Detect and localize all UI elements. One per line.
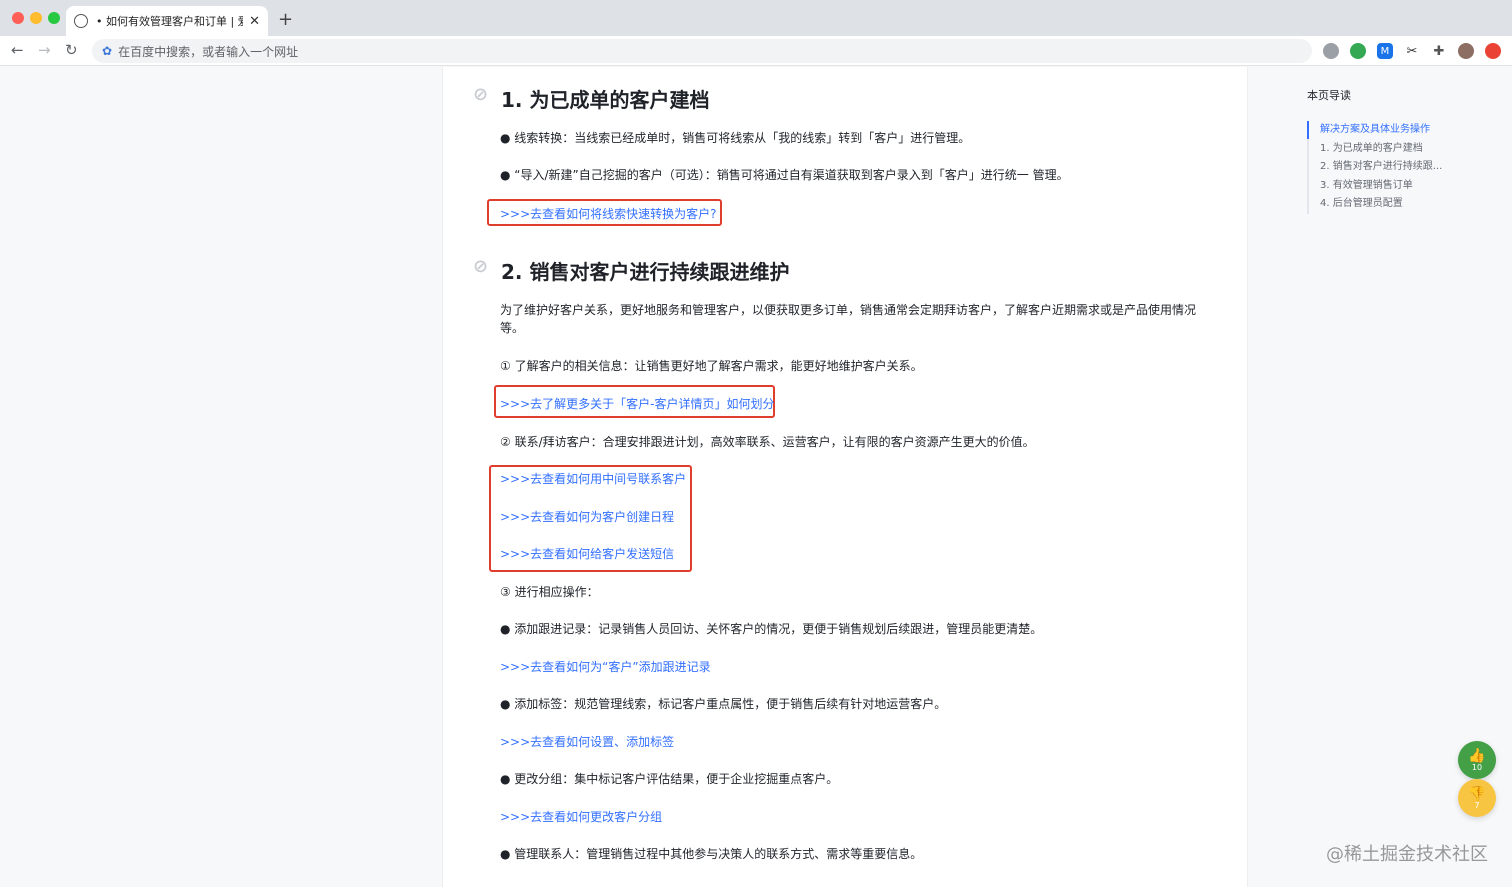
close-tab-icon[interactable]: ✕ [249,14,260,29]
link-change-group[interactable]: >>>去查看如何更改客户分组 [500,808,662,825]
address-bar[interactable]: ✿ 在百度中搜索，或者输入一个网址 [92,39,1312,63]
link-add-follow-up[interactable]: >>>去查看如何为“客户”添加跟进记录 [500,658,711,675]
link-add-tag[interactable]: >>>去查看如何设置、添加标签 [500,733,674,750]
toc-item[interactable]: 1. 为已成单的客户建档 [1320,140,1487,159]
toc-title: 本页导读 [1307,89,1351,102]
op-follow-up-text: ● 添加跟进记录：记录销售人员回访、关怀客户的情况，更便于销售规划后续跟进，管理… [500,622,1043,636]
link-send-sms[interactable]: >>>去查看如何给客户发送短信 [500,545,674,562]
step2-text: ② 联系/拜访客户：合理安排跟进计划，高效率联系、运营客户，让有限的客户资源产生… [500,435,1035,449]
minimize-window-button[interactable] [30,12,42,24]
step3-text: ③ 进行相应操作： [500,585,599,599]
op-contact-text: ● 管理联系人：管理销售过程中其他参与决策人的联系方式、需求等重要信息。 [500,847,923,861]
section2-heading: ⊘ 2. 销售对客户进行持续跟进维护 [473,256,790,285]
link-lead-to-customer[interactable]: >>>去查看如何将线索快速转换为客户? [500,205,717,222]
link-create-schedule[interactable]: >>>去查看如何为客户创建日程 [500,508,674,525]
toc-active-indicator [1307,121,1309,139]
page-body: ⊘ 1. 为已成单的客户建档 ● 线索转换：当线索已经成单时，销售可将线索从「我… [0,67,1512,887]
thumbs-up-button[interactable]: 👍 10 [1458,741,1496,779]
section1-bullet-lead-conversion: ● 线索转换：当线索已经成单时，销售可将线索从「我的线索」转到「客户」进行管理。 [500,131,971,145]
toc-item[interactable]: 解决方案及具体业务操作 [1320,121,1487,140]
close-window-button[interactable] [12,12,24,24]
article-content: ⊘ 1. 为已成单的客户建档 ● 线索转换：当线索已经成单时，销售可将线索从「我… [442,67,1248,887]
new-tab-button[interactable]: + [278,9,293,30]
section1-heading-text: 1. 为已成单的客户建档 [501,88,710,112]
section1-heading: ⊘ 1. 为已成单的客户建档 [473,84,710,113]
browser-tab[interactable]: • 如何有效管理客户和订单 | 爱番 ✕ [66,6,268,36]
toc-item[interactable]: 2. 销售对客户进行持续跟... [1320,158,1487,177]
thumbs-down-icon: 👎 [1468,785,1486,802]
extension-globe-icon[interactable] [1323,43,1339,59]
downvote-count: 7 [1474,800,1480,810]
section2-intro: 为了维护好客户关系，更好地服务和管理客户，以便获取更多订单，销售通常会定期拜访客… [500,303,1197,335]
maximize-window-button[interactable] [48,12,60,24]
table-of-contents: 本页导读 解决方案及具体业务操作 1. 为已成单的客户建档 2. 销售对客户进行… [1307,87,1487,214]
reload-icon[interactable]: ↻ [65,41,78,59]
profile-avatar[interactable] [1458,43,1474,59]
browser-toolbar: ← → ↻ ✿ 在百度中搜索，或者输入一个网址 M ✂ ✚ [0,36,1512,66]
op-tag-text: ● 添加标签：规范管理线索，标记客户重点属性，便于销售后续有针对地运营客户。 [500,697,947,711]
back-arrow-icon[interactable]: ← [11,41,24,59]
watermark: @稀土掘金技术社区 [1326,844,1488,865]
extensions-puzzle-icon[interactable]: ✚ [1431,43,1447,59]
extension-scissors-icon[interactable]: ✂ [1404,43,1420,59]
op-group-text: ● 更改分组：集中标记客户评估结果，便于企业挖掘重点客户。 [500,772,839,786]
toc-list: 解决方案及具体业务操作 1. 为已成单的客户建档 2. 销售对客户进行持续跟..… [1307,121,1487,214]
extension-green-icon[interactable] [1350,43,1366,59]
upvote-count: 10 [1471,762,1483,772]
thumbs-down-button[interactable]: 👎 7 [1458,779,1496,817]
link-virtual-number[interactable]: >>>去查看如何用中间号联系客户 [500,470,686,487]
tab-title: • 如何有效管理客户和订单 | 爱番 [96,15,243,28]
link-anchor-icon[interactable]: ⊘ [473,256,488,277]
baidu-paw-icon: ✿ [102,44,113,58]
step1-text: ① 了解客户的相关信息：让销售更好地了解客户需求，能更好地维护客户关系。 [500,359,923,373]
toc-item[interactable]: 3. 有效管理销售订单 [1320,177,1487,196]
extension-m-icon[interactable]: M [1377,43,1393,59]
forward-arrow-icon[interactable]: → [38,41,51,59]
browser-titlebar: • 如何有效管理客户和订单 | 爱番 ✕ + [0,0,1512,36]
address-bar-placeholder: 在百度中搜索，或者输入一个网址 [118,44,299,59]
link-anchor-icon[interactable]: ⊘ [473,84,488,105]
update-icon[interactable] [1485,43,1501,59]
section1-bullet-import: ● “导入/新建”自己挖掘的客户（可选）：销售可将通过自有渠道获取到客户录入到「… [500,168,1069,182]
globe-icon [74,14,88,28]
link-customer-detail[interactable]: >>>去了解更多关于「客户-客户详情页」如何划分 [500,395,775,412]
section2-heading-text: 2. 销售对客户进行持续跟进维护 [501,260,790,284]
thumbs-up-icon: 👍 [1468,747,1486,764]
toc-item[interactable]: 4. 后台管理员配置 [1320,195,1487,214]
